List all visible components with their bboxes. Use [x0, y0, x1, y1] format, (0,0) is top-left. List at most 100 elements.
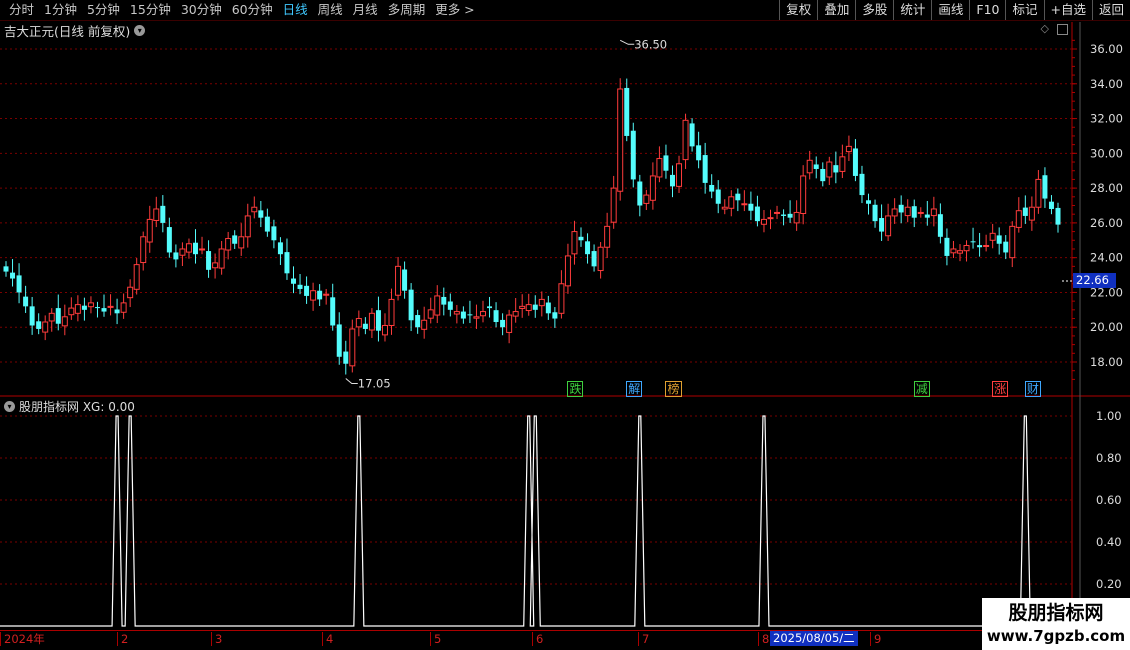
candle-down: [781, 214, 787, 216]
candle-up: [800, 175, 807, 214]
candle-down: [859, 173, 865, 196]
candle-up: [1015, 210, 1022, 228]
candle-down: [977, 245, 983, 248]
candle-down: [552, 312, 558, 319]
candle-down: [232, 235, 238, 244]
candle-up: [140, 236, 147, 264]
candle-down: [696, 145, 702, 161]
candle-down: [970, 241, 976, 243]
candle-up: [597, 246, 604, 272]
candle-down: [663, 155, 669, 171]
candle-up: [826, 161, 833, 178]
candle-down: [402, 269, 408, 291]
xaxis-label: 6: [532, 632, 543, 646]
candle-down: [264, 216, 270, 232]
candle-up: [643, 194, 650, 204]
candle-up: [538, 298, 545, 307]
candle-down: [545, 302, 551, 314]
event-marker[interactable]: 减: [913, 381, 930, 397]
candle-up: [682, 119, 689, 161]
candle-up: [989, 232, 996, 241]
candle-down: [709, 184, 715, 192]
candle-up: [479, 311, 486, 317]
candle-down: [160, 205, 166, 223]
candle-up: [506, 314, 513, 333]
candle-down: [637, 181, 643, 206]
candle-up: [349, 328, 356, 367]
y-tick-label: 18.00: [1090, 355, 1123, 369]
candle-down: [937, 214, 943, 237]
candle-up: [225, 238, 232, 251]
candle-down: [996, 235, 1002, 244]
y-tick-label: 20.00: [1090, 320, 1123, 334]
candle-up: [179, 248, 186, 256]
event-marker[interactable]: 跌: [567, 381, 584, 397]
candle-up: [558, 283, 565, 314]
candle-up: [146, 218, 153, 243]
event-marker[interactable]: 涨: [992, 381, 1009, 397]
candle-down: [735, 193, 741, 201]
candle-down: [715, 189, 721, 204]
candle-up: [983, 244, 990, 247]
candle-up: [251, 206, 258, 213]
candle-up: [728, 196, 735, 209]
xaxis-label: 2: [117, 632, 128, 646]
candle-up: [604, 225, 611, 248]
candle-down: [206, 251, 212, 270]
candle-down: [689, 123, 695, 147]
candle-down: [591, 251, 597, 267]
candle-down: [754, 206, 760, 222]
candle-up: [323, 293, 330, 296]
candle-down: [375, 310, 381, 331]
candle-down: [166, 227, 172, 253]
candle-down: [297, 284, 303, 289]
candle-up: [956, 250, 963, 254]
event-marker[interactable]: 解: [626, 381, 643, 397]
candle-up: [512, 311, 519, 317]
candle-up: [42, 321, 49, 333]
candle-up: [1009, 225, 1016, 259]
candle-down: [284, 252, 290, 274]
candle-down: [630, 130, 636, 180]
candle-up: [1035, 178, 1042, 208]
candle-up: [806, 159, 813, 174]
candle-down: [879, 218, 885, 232]
event-marker[interactable]: 财: [1024, 381, 1041, 397]
candle-up: [845, 145, 852, 153]
xaxis-label: 7: [638, 632, 649, 646]
candle-up: [904, 206, 911, 217]
kline-chart[interactable]: 36.0034.0032.0030.0028.0026.0024.0022.00…: [0, 0, 1130, 650]
event-marker[interactable]: 榜: [665, 381, 682, 397]
candle-down: [493, 310, 499, 323]
xaxis-label: 9: [870, 632, 881, 646]
candle-down: [669, 174, 675, 187]
candle-down: [787, 213, 793, 218]
candle-up: [793, 211, 800, 224]
candle-up: [368, 312, 375, 331]
candle-up: [74, 304, 81, 314]
candle-down: [441, 296, 447, 305]
sub-y-tick-label: 0.60: [1096, 493, 1122, 507]
candle-down: [702, 155, 708, 183]
y-tick-label: 32.00: [1090, 112, 1123, 126]
candle-up: [120, 302, 127, 313]
candle-up: [891, 208, 898, 217]
candle-up: [917, 211, 924, 214]
candle-up: [571, 231, 578, 255]
candle-up: [395, 265, 402, 296]
candle-up: [185, 243, 192, 253]
sub-y-tick-label: 0.20: [1096, 577, 1122, 591]
candle-down: [36, 321, 42, 329]
y-tick-label: 28.00: [1090, 181, 1123, 195]
candle-down: [29, 306, 35, 326]
candle-up: [310, 290, 317, 301]
candle-down: [898, 204, 904, 213]
candle-down: [872, 204, 878, 222]
candle-down: [173, 252, 179, 260]
watermark-url: www.7gpzb.com: [986, 627, 1126, 645]
candle-up: [721, 206, 728, 210]
candle-up: [388, 298, 395, 326]
candle-down: [578, 236, 584, 241]
candle-up: [61, 316, 68, 327]
current-price-badge: 22.66: [1073, 272, 1116, 288]
